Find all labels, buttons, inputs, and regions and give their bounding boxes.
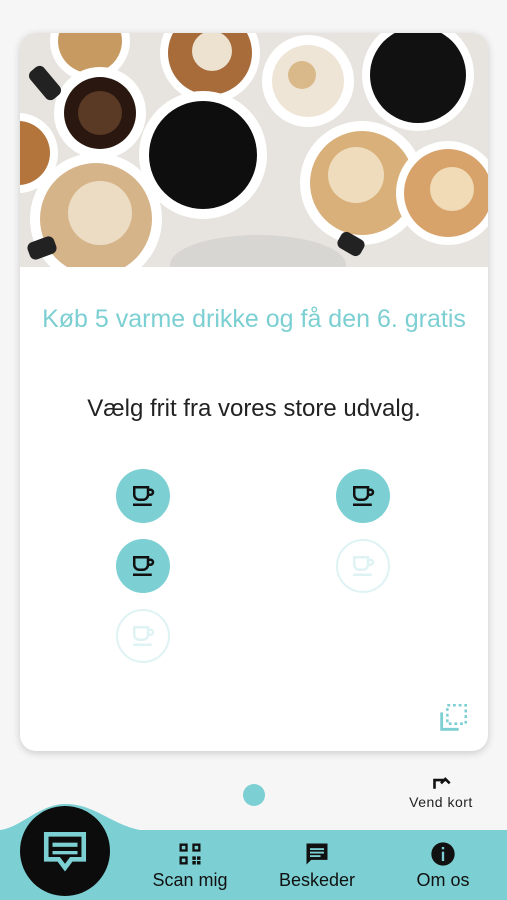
loyalty-card-icon xyxy=(43,832,87,872)
nav-about[interactable]: Om os xyxy=(393,840,493,891)
offer-title: Køb 5 varme drikke og få den 6. gratis xyxy=(42,305,466,333)
stamp-1 xyxy=(116,469,170,523)
coffee-cup-icon xyxy=(353,556,375,576)
stamp-2 xyxy=(336,469,390,523)
message-icon xyxy=(306,843,328,865)
card-flip-corner-icon[interactable] xyxy=(436,701,470,735)
loyalty-card: Køb 5 varme drikke og få den 6. gratis V… xyxy=(20,33,488,751)
coffee-cup-icon xyxy=(133,626,155,646)
nav-scan-label: Scan mig xyxy=(152,870,228,890)
qr-code-icon xyxy=(179,843,201,865)
offer-subtitle: Vælg frit fra vores store udvalg. xyxy=(87,395,421,422)
coffee-cup-icon xyxy=(133,486,155,506)
coffee-cup-icon xyxy=(133,556,155,576)
nav-messages-label: Beskeder xyxy=(278,870,356,890)
coffee-cup-icon xyxy=(353,486,375,506)
info-icon xyxy=(431,842,455,866)
nav-messages[interactable]: Beskeder xyxy=(267,840,367,891)
nav-scan[interactable]: Scan mig xyxy=(140,840,240,891)
flip-arrow-icon xyxy=(433,777,451,789)
coffee-cups-photo xyxy=(20,33,488,267)
nav-about-label: Om os xyxy=(416,870,470,890)
stamp-4 xyxy=(336,539,390,593)
stamp-5 xyxy=(116,609,170,663)
stamp-3 xyxy=(116,539,170,593)
loyalty-card-button[interactable] xyxy=(20,806,110,896)
